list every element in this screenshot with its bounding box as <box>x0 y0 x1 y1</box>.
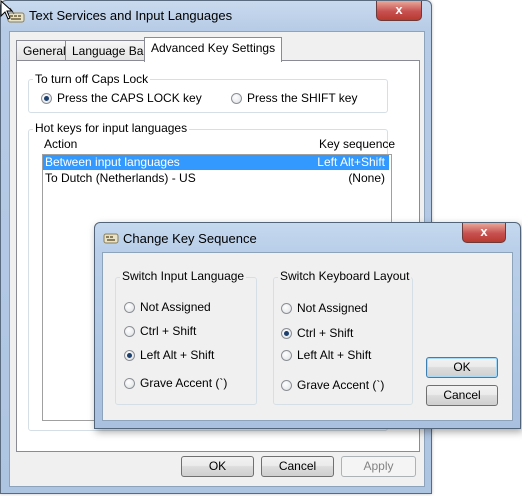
tab-advanced-key-settings[interactable]: Advanced Key Settings <box>144 37 283 62</box>
switch-input-language-label: Switch Input Language <box>120 269 247 283</box>
mouse-pointer-icon <box>0 0 14 20</box>
tab-advanced-key-settings-label: Advanced Key Settings <box>151 41 276 55</box>
shift-key-label: Press the SHIFT key <box>247 91 358 105</box>
layout-ctrl-shift-radio[interactable] <box>281 328 292 339</box>
tab-language-bar-label: Language Bar <box>72 44 148 58</box>
cancel-button[interactable]: Cancel <box>261 456 334 477</box>
input-not-assigned-radio[interactable] <box>124 302 135 313</box>
tab-general-label: General <box>23 44 66 58</box>
layout-left-alt-shift-radio[interactable] <box>281 350 292 361</box>
layout-not-assigned-radio[interactable] <box>281 303 292 314</box>
input-ctrl-shift-radio[interactable] <box>124 326 135 337</box>
hotkey-action: To Dutch (Netherlands) - US <box>45 171 196 185</box>
dialog-close-button[interactable]: x <box>462 223 506 243</box>
window-title: Text Services and Input Languages <box>29 8 233 23</box>
column-header-action: Action <box>44 137 78 151</box>
hotkey-action: Between input languages <box>45 155 180 169</box>
shift-key-radio[interactable] <box>231 93 242 104</box>
caps-lock-key-radio[interactable] <box>41 93 52 104</box>
hotkey-row[interactable]: Between input languages Left Alt+Shift <box>43 155 389 170</box>
input-left-alt-shift-label: Left Alt + Shift <box>140 348 215 362</box>
input-grave-accent-label: Grave Accent (`) <box>140 376 228 390</box>
keyboard-icon <box>103 233 119 244</box>
close-icon: x <box>395 2 403 17</box>
input-left-alt-shift-radio[interactable] <box>124 350 135 361</box>
layout-not-assigned-label: Not Assigned <box>297 301 368 315</box>
hotkey-row[interactable]: To Dutch (Netherlands) - US (None) <box>43 171 389 186</box>
layout-grave-accent-radio[interactable] <box>281 380 292 391</box>
dialog-ok-button[interactable]: OK <box>426 357 498 378</box>
dialog-cancel-button[interactable]: Cancel <box>426 385 498 406</box>
tab-language-bar[interactable]: Language Bar <box>65 40 155 61</box>
dialog-title: Change Key Sequence <box>123 231 257 246</box>
caps-lock-key-label: Press the CAPS LOCK key <box>57 91 202 105</box>
hotkey-sequence: Left Alt+Shift <box>317 155 385 169</box>
input-grave-accent-radio[interactable] <box>124 378 135 389</box>
layout-grave-accent-label: Grave Accent (`) <box>297 378 385 392</box>
switch-keyboard-layout-label: Switch Keyboard Layout <box>278 269 412 283</box>
dialog-client-area: Switch Input Language Not Assigned Ctrl … <box>102 252 513 421</box>
close-button[interactable]: x <box>376 1 422 21</box>
change-key-sequence-dialog: Change Key Sequence x Switch Input Langu… <box>94 222 521 429</box>
hotkeys-group-label: Hot keys for input languages <box>33 121 190 135</box>
layout-left-alt-shift-label: Left Alt + Shift <box>297 348 372 362</box>
input-ctrl-shift-label: Ctrl + Shift <box>140 324 197 338</box>
close-icon: x <box>480 224 488 239</box>
apply-button[interactable]: Apply <box>341 456 416 477</box>
hotkey-sequence: (None) <box>348 171 385 185</box>
caps-lock-group-label: To turn off Caps Lock <box>33 72 151 86</box>
column-header-key-sequence: Key sequence <box>319 137 396 151</box>
ok-button[interactable]: OK <box>181 456 254 477</box>
layout-ctrl-shift-label: Ctrl + Shift <box>297 326 354 340</box>
input-not-assigned-label: Not Assigned <box>140 300 211 314</box>
